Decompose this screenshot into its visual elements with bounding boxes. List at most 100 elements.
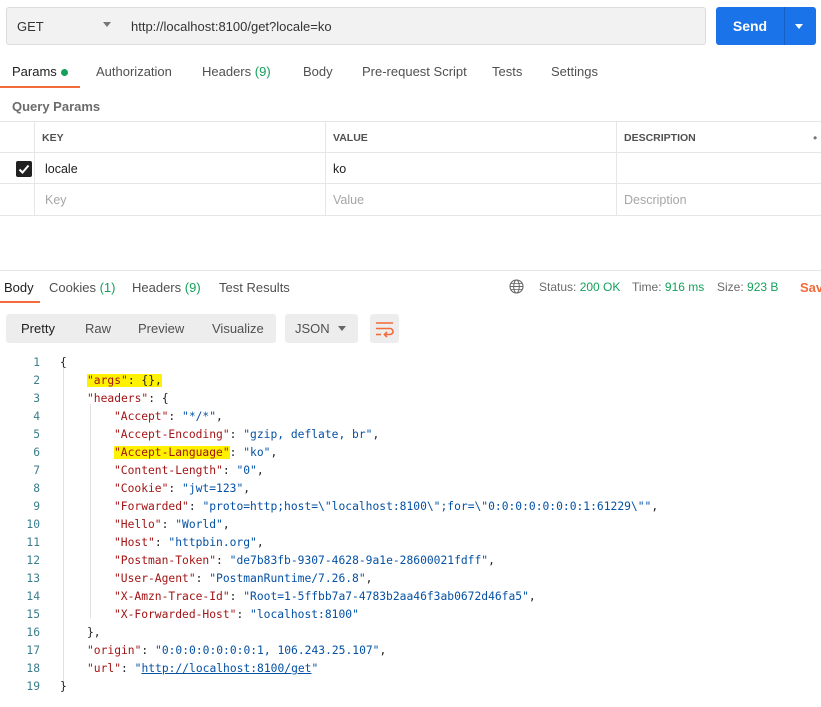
- response-body-editor[interactable]: 1 {2 "args": {}, 3 "headers": {4 "Accept": "*…: [0, 353, 821, 703]
- tab-body-label: Body: [303, 64, 333, 79]
- tab-tests[interactable]: Tests: [492, 64, 522, 79]
- tab-pre-request-label: Pre-request Script: [362, 64, 467, 79]
- status-label: Status:: [539, 280, 577, 294]
- tab-headers[interactable]: Headers (9): [202, 64, 271, 79]
- method-select[interactable]: GET: [6, 7, 122, 45]
- response-tab-headers-count: (9): [184, 280, 201, 295]
- line-number: 12: [26, 554, 40, 567]
- size-value: 923 B: [747, 280, 779, 294]
- line-number: 16: [26, 626, 40, 639]
- view-visualize-button[interactable]: Visualize: [212, 321, 264, 336]
- view-raw-button[interactable]: Raw: [85, 321, 111, 336]
- tab-params-label: Params: [12, 64, 57, 79]
- tab-pre-request-script[interactable]: Pre-request Script: [362, 64, 467, 79]
- line-number: 8: [33, 482, 40, 495]
- code-line: "origin": "0:0:0:0:0:0:0:1, 106.243.25.1…: [87, 644, 387, 657]
- column-header-value: VALUE: [325, 122, 616, 153]
- code-line: "Postman-Token": "de7b83fb-9307-4628-9a1…: [114, 554, 495, 567]
- line-number: 17: [26, 644, 40, 657]
- active-tab-indicator: [0, 86, 80, 88]
- code-line: "headers": {: [87, 392, 169, 405]
- response-tab-test-results[interactable]: Test Results: [219, 280, 290, 295]
- status-readout: Status: 200 OK: [539, 280, 620, 294]
- view-preview-button[interactable]: Preview: [138, 321, 184, 336]
- line-number: 14: [26, 590, 40, 603]
- param-value: ko: [333, 161, 347, 176]
- time-label: Time:: [632, 280, 662, 294]
- save-response-button[interactable]: Sav: [800, 280, 821, 295]
- line-number: 10: [26, 518, 40, 531]
- tab-headers-count: (9): [254, 64, 271, 79]
- code-line: "Accept": "*/*",: [114, 410, 223, 423]
- line-number: 7: [33, 464, 40, 477]
- line-number: 9: [33, 500, 40, 513]
- code-line: "url": "http://localhost:8100/get": [87, 662, 319, 675]
- row-checkbox[interactable]: [16, 161, 32, 177]
- format-label: JSON: [295, 321, 330, 336]
- new-value-input[interactable]: Value: [325, 184, 616, 215]
- tab-settings[interactable]: Settings: [551, 64, 598, 79]
- param-key: locale: [45, 161, 78, 176]
- response-tab-test-results-label: Test Results: [219, 280, 290, 295]
- code-line: "X-Forwarded-Host": "localhost:8100": [114, 608, 359, 621]
- line-number: 18: [26, 662, 40, 675]
- table-row: locale ko: [0, 152, 821, 184]
- code-line: "Forwarded": "proto=http;host=\"localhos…: [114, 500, 659, 513]
- send-options-chevron-icon[interactable]: [795, 23, 803, 29]
- format-select[interactable]: JSON: [285, 314, 358, 343]
- tab-body[interactable]: Body: [303, 64, 333, 79]
- code-line: "Content-Length": "0",: [114, 464, 264, 477]
- code-line: "Accept-Encoding": "gzip, deflate, br",: [114, 428, 380, 441]
- response-tab-cookies[interactable]: Cookies (1): [49, 280, 115, 295]
- line-number: 6: [33, 446, 40, 459]
- column-header-description: DESCRIPTION: [616, 122, 821, 153]
- url-input[interactable]: http://localhost:8100/get?locale=ko: [121, 7, 706, 45]
- line-number: 5: [33, 428, 40, 441]
- tab-authorization[interactable]: Authorization: [96, 64, 172, 79]
- url-text: http://localhost:8100/get?locale=ko: [131, 18, 332, 34]
- response-tab-body[interactable]: Body: [4, 280, 34, 295]
- code-line: "Cookie": "jwt=123",: [114, 482, 251, 495]
- line-number: 11: [26, 536, 40, 549]
- tab-headers-label: Headers: [202, 64, 252, 79]
- chevron-down-icon: [338, 326, 346, 331]
- tab-authorization-label: Authorization: [96, 64, 172, 79]
- line-number: 15: [26, 608, 40, 621]
- table-header-row: KEY VALUE DESCRIPTION •: [0, 121, 821, 153]
- code-line: },: [87, 626, 101, 639]
- send-button[interactable]: Send: [716, 18, 784, 34]
- indent-guide: [90, 404, 91, 618]
- status-value: 200 OK: [579, 280, 621, 294]
- tab-params[interactable]: Params: [12, 64, 68, 79]
- time-value: 916 ms: [664, 280, 705, 294]
- new-key-input[interactable]: Key: [34, 184, 325, 215]
- code-line: {: [60, 356, 67, 369]
- response-tab-headers[interactable]: Headers (9): [132, 280, 201, 295]
- query-params-title: Query Params: [12, 99, 101, 114]
- param-key-cell[interactable]: locale: [34, 153, 325, 184]
- line-number: 3: [33, 392, 40, 405]
- response-tab-cookies-label: Cookies: [49, 280, 96, 295]
- line-number: 2: [33, 374, 40, 387]
- param-value-cell[interactable]: ko: [325, 153, 616, 184]
- code-line: }: [60, 680, 67, 693]
- new-description-input[interactable]: Description: [616, 184, 821, 215]
- param-description-cell[interactable]: [616, 153, 821, 184]
- view-pretty-button[interactable]: Pretty: [21, 321, 55, 336]
- column-options-icon[interactable]: •: [813, 131, 817, 145]
- line-number: 13: [26, 572, 40, 585]
- chevron-down-icon: [103, 22, 111, 27]
- time-readout: Time: 916 ms: [632, 280, 704, 294]
- code-line: "Accept-Language": "ko",: [114, 446, 278, 459]
- globe-icon[interactable]: [509, 279, 524, 294]
- checkmark-icon: [18, 164, 30, 174]
- send-button-group[interactable]: Send: [716, 7, 816, 45]
- response-tab-body-label: Body: [4, 280, 34, 295]
- wrap-lines-icon: [376, 322, 394, 338]
- line-number: 1: [33, 356, 40, 369]
- code-line: "Hello": "World",: [114, 518, 230, 531]
- size-label: Size:: [717, 280, 744, 294]
- code-line: "args": {},: [87, 374, 162, 387]
- column-header-key: KEY: [34, 122, 330, 153]
- wrap-lines-button[interactable]: [370, 314, 399, 343]
